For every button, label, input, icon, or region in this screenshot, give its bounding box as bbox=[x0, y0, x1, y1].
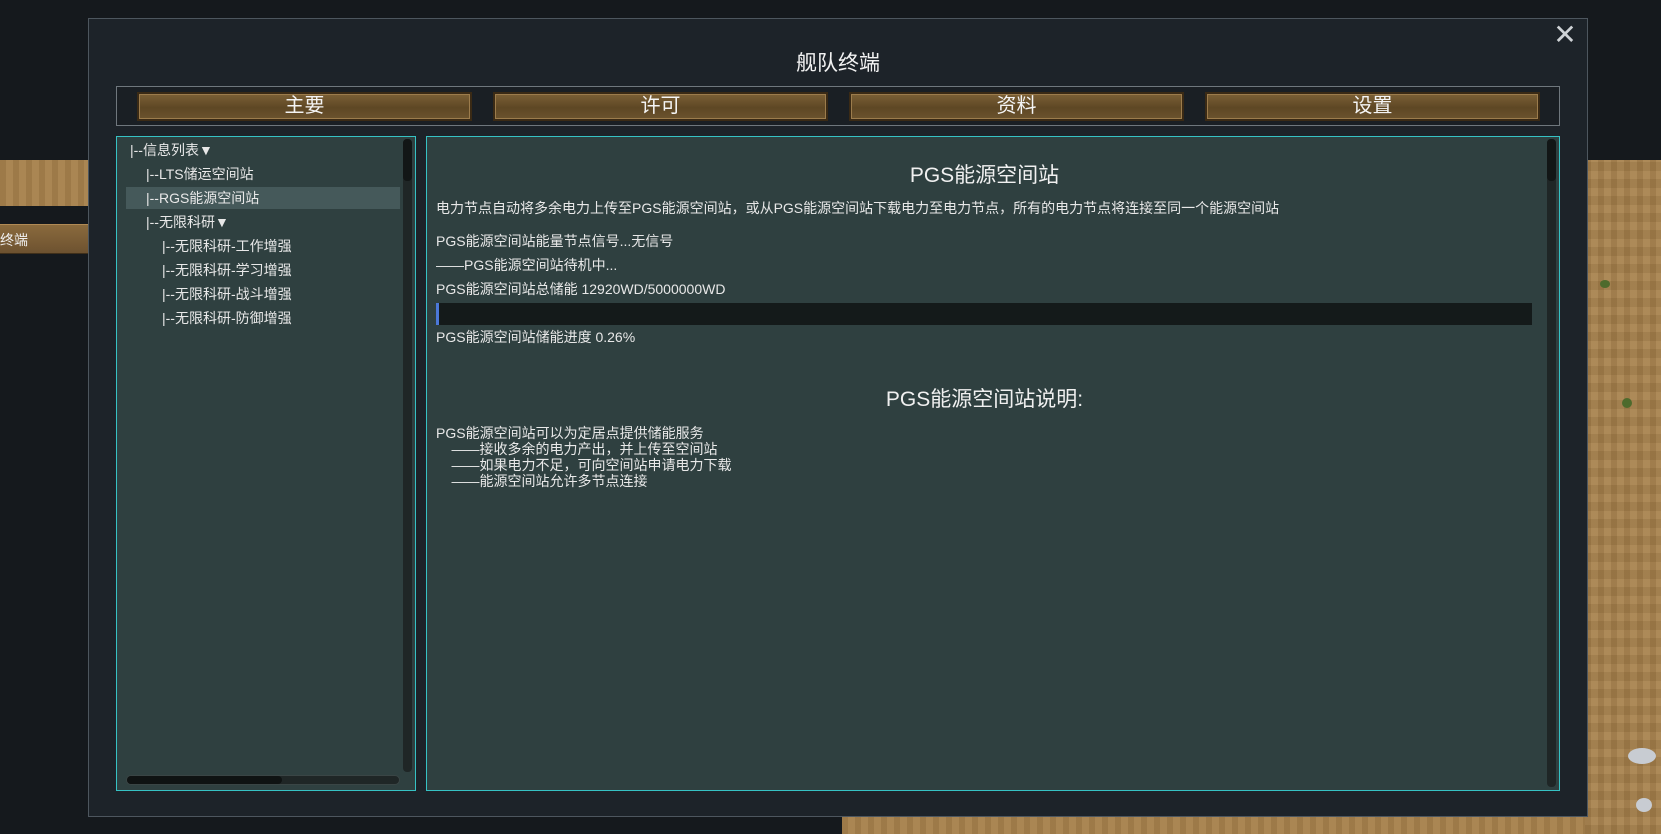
tree-horizontal-scroll-thumb[interactable] bbox=[127, 776, 282, 784]
tree-item[interactable]: |--无限科研-学习增强 bbox=[126, 259, 400, 281]
detail-title: PGS能源空间站 bbox=[909, 164, 1060, 187]
tree-item[interactable]: |--LTS储运空间站 bbox=[126, 163, 400, 185]
station-status: ——PGS能源空间站待机中... bbox=[436, 257, 618, 273]
bush-icon bbox=[1600, 280, 1610, 288]
tree-item[interactable]: |--RGS能源空间站 bbox=[126, 187, 400, 209]
fleet-terminal-window: ✕ 舰队终端 主要 许可 资料 设置 |--信息列表▼ |--LTS储运空间站 |-… bbox=[88, 18, 1588, 817]
detail-vertical-scrollbar[interactable] bbox=[1547, 139, 1556, 787]
tree-item[interactable]: |--无限科研▼ bbox=[126, 211, 400, 233]
detail-vertical-scroll-thumb[interactable] bbox=[1547, 139, 1556, 181]
detail-description: 电力节点自动将多余电力上传至PGS能源空间站，或从PGS能源空间站下载电力至电力… bbox=[436, 200, 1280, 216]
explain-line: ——能源空间站允许多节点连接 bbox=[436, 473, 648, 489]
explain-title: PGS能源空间站说明: bbox=[885, 388, 1084, 411]
storage-progress-bar bbox=[436, 303, 1532, 325]
tree-item[interactable]: |--无限科研-战斗增强 bbox=[126, 283, 400, 305]
tree-vertical-scrollbar[interactable] bbox=[403, 139, 412, 772]
info-tree-panel: |--信息列表▼ |--LTS储运空间站 |--RGS能源空间站 |--无限科研▼ |-… bbox=[116, 136, 416, 791]
background-terminal-tab[interactable]: 终端 bbox=[0, 224, 92, 254]
bush-icon bbox=[1622, 398, 1632, 408]
tab-data[interactable]: 资料 bbox=[849, 92, 1184, 121]
rock-icon bbox=[1636, 798, 1652, 812]
terrain-background-bottom bbox=[842, 816, 1585, 834]
tree-item[interactable]: |--无限科研-防御增强 bbox=[126, 307, 400, 329]
tab-main[interactable]: 主要 bbox=[137, 92, 472, 121]
terrain-background-left bbox=[0, 160, 90, 206]
tree-horizontal-scrollbar[interactable] bbox=[126, 775, 400, 785]
window-title: 舰队终端 bbox=[796, 52, 880, 75]
signal-status: PGS能源空间站能量节点信号...无信号 bbox=[436, 233, 674, 249]
tree-vertical-scroll-thumb[interactable] bbox=[403, 139, 412, 181]
storage-progress-fill bbox=[436, 303, 439, 325]
storage-total: PGS能源空间站总储能 12920WD/5000000WD bbox=[436, 281, 726, 297]
rock-icon bbox=[1628, 748, 1656, 764]
tree-item[interactable]: |--无限科研-工作增强 bbox=[126, 235, 400, 257]
tab-bar: 主要 许可 资料 设置 bbox=[116, 86, 1560, 126]
storage-progress-text: PGS能源空间站储能进度 0.26% bbox=[436, 329, 636, 345]
tab-settings[interactable]: 设置 bbox=[1205, 92, 1540, 121]
close-icon[interactable]: ✕ bbox=[1553, 21, 1577, 49]
terrain-background-right bbox=[1585, 160, 1661, 834]
tree-item[interactable]: |--信息列表▼ bbox=[126, 139, 400, 161]
tab-license[interactable]: 许可 bbox=[493, 92, 828, 121]
detail-panel: PGS能源空间站 电力节点自动将多余电力上传至PGS能源空间站，或从PGS能源空… bbox=[426, 136, 1560, 791]
